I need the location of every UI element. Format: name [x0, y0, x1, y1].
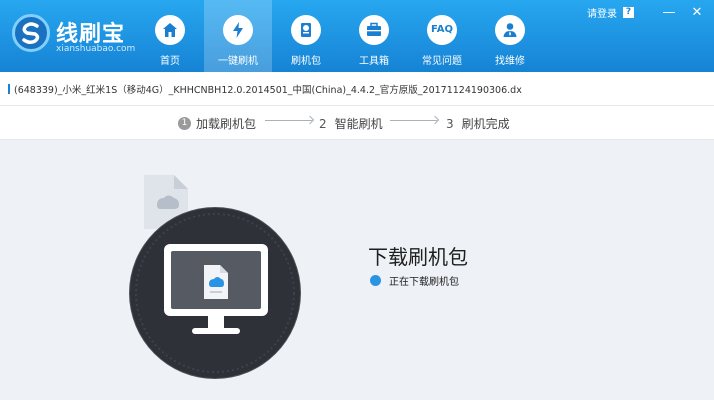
home-icon: [155, 15, 185, 45]
nav-label: 一键刷机: [218, 56, 258, 67]
flash-icon: [223, 15, 253, 45]
nav-toolbox[interactable]: 工具箱: [340, 0, 408, 72]
status-text: 正在下载刷机包: [389, 277, 459, 288]
app-header: 线刷宝 xianshuabao.com 首页 一键刷机 刷机包 工具箱 FAQ …: [0, 0, 714, 72]
step-number-badge: 1: [178, 117, 191, 130]
close-button[interactable]: ✕: [690, 6, 704, 19]
step-load-package: 1 加载刷机包: [178, 115, 256, 132]
nav-label: 常见问题: [422, 56, 462, 67]
nav-faq[interactable]: FAQ 常见问题: [408, 0, 476, 72]
step-number: 2: [319, 116, 327, 131]
download-status: 正在下载刷机包: [370, 273, 459, 288]
step-number: 3: [446, 116, 454, 131]
step-label: 智能刷机: [334, 117, 383, 131]
nav-label: 首页: [160, 56, 180, 67]
nav-label: 找维修: [495, 56, 525, 67]
package-icon: [291, 15, 321, 45]
toolbox-icon: [359, 15, 389, 45]
faq-icon: FAQ: [427, 15, 457, 45]
step-label: 刷机完成: [461, 117, 510, 131]
nav-label: 工具箱: [359, 56, 389, 67]
repair-person-icon: [495, 15, 525, 45]
step-arrow-icon: [390, 120, 437, 121]
nav-home[interactable]: 首页: [136, 0, 204, 72]
window-controls: 请登录 ? — ✕: [587, 5, 704, 21]
flash-package-filename: (648339)_小米_红米1S（移动4G）_KHHCNBH12.0.20145…: [14, 85, 522, 96]
minimize-button[interactable]: —: [662, 6, 676, 19]
app-domain: xianshuabao.com: [56, 44, 136, 54]
file-bar: (648339)_小米_红米1S（移动4G）_KHHCNBH12.0.20145…: [0, 72, 714, 106]
progress-steps: 1 加载刷机包 2 智能刷机 3 刷机完成: [0, 106, 714, 140]
page-title: 下载刷机包: [368, 245, 468, 269]
step-arrow-icon: [265, 120, 312, 121]
nav-find-repair[interactable]: 找维修: [476, 0, 544, 72]
main-nav: 首页 一键刷机 刷机包 工具箱 FAQ 常见问题 找维修: [136, 0, 544, 72]
logo-badge-icon: [12, 14, 50, 52]
download-illustration-icon: [128, 175, 302, 380]
step-smart-flash: 2 智能刷机: [319, 115, 383, 132]
nav-label: 刷机包: [291, 56, 321, 67]
step-flash-complete: 3 刷机完成: [446, 115, 510, 132]
step-label: 加载刷机包: [196, 117, 257, 131]
login-link[interactable]: 请登录: [587, 5, 617, 20]
nav-one-click-flash[interactable]: 一键刷机: [204, 0, 272, 72]
main-content: 下载刷机包 正在下载刷机包: [0, 141, 714, 400]
file-bar-accent: [8, 84, 10, 94]
faq-icon-text: FAQ: [431, 24, 453, 35]
help-icon[interactable]: ?: [623, 7, 634, 18]
nav-flash-package[interactable]: 刷机包: [272, 0, 340, 72]
status-indicator-dot: [370, 275, 381, 286]
